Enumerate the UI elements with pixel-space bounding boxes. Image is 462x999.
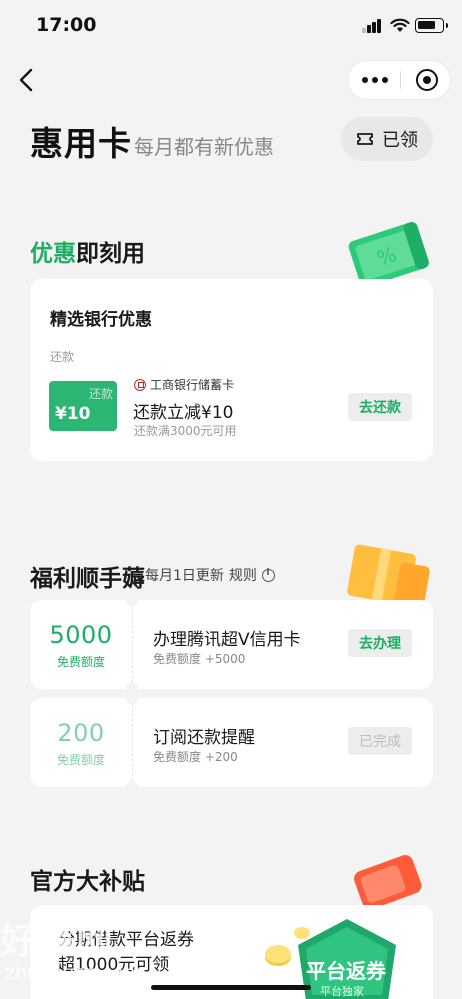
status-time: 17:00 xyxy=(36,14,97,36)
more-icon[interactable] xyxy=(362,74,388,86)
task-value: 200 xyxy=(57,719,105,747)
wifi-icon xyxy=(390,18,410,32)
page-title: 惠用卡 xyxy=(30,124,132,163)
apply-card-button[interactable]: 去办理 xyxy=(348,629,412,657)
task-title: 办理腾讯超V信用卡 xyxy=(153,630,301,650)
close-mini-program-icon[interactable] xyxy=(416,69,438,91)
task-divider xyxy=(132,606,133,683)
bank-name: 工商银行储蓄卡 xyxy=(150,378,235,392)
mini-program-capsule xyxy=(347,60,451,100)
section-title-instant: 优惠即刻用 xyxy=(30,234,145,268)
red-coupon-illustration xyxy=(354,855,422,910)
capsule-divider xyxy=(400,71,401,89)
badge-title: 平台返券 xyxy=(306,959,386,983)
offer-title: 还款立减¥10 xyxy=(133,403,234,423)
task-value-label: 免费额度 xyxy=(56,655,105,669)
claimed-label: 已领 xyxy=(382,130,418,151)
page-subtitle: 每月都有新优惠 xyxy=(134,135,274,159)
task-value: 5000 xyxy=(49,621,113,649)
repay-button[interactable]: 去还款 xyxy=(348,393,412,421)
section-title-welfare: 福利顺手薅 xyxy=(30,566,145,592)
task-title: 订阅还款提醒 xyxy=(153,728,255,748)
task-divider xyxy=(132,704,133,781)
claimed-button[interactable]: 已领 xyxy=(341,117,433,161)
task-value-label: 免费额度 xyxy=(56,753,105,767)
badge-subtitle: 平台独家 xyxy=(320,985,364,998)
task-card: 5000 免费额度 办理腾讯超V信用卡 免费额度 +5000 去办理 xyxy=(30,600,433,689)
icbc-logo-icon xyxy=(134,378,146,391)
card-notch xyxy=(126,781,138,787)
task-card: 200 免费额度 订阅还款提醒 免费额度 +200 已完成 xyxy=(30,698,433,787)
battery-icon xyxy=(415,18,448,33)
task-reward-block: 5000 免费额度 xyxy=(30,600,132,689)
update-note: 每月1日更新 xyxy=(145,568,224,584)
card-notch xyxy=(126,683,138,689)
task-reward: 免费额度 +200 xyxy=(153,750,238,764)
coupon-tag: 还款 xyxy=(88,387,113,401)
welfare-meta: 每月1日更新 规则 xyxy=(145,565,275,585)
bank-offers-card: 精选银行优惠 还款 还款 ¥10 工商银行储蓄卡 还款立减¥10 还款满3000… xyxy=(30,279,433,461)
bank-row: 工商银行储蓄卡 xyxy=(134,376,234,393)
ticket-icon xyxy=(357,133,373,145)
task-reward: 免费额度 +5000 xyxy=(153,652,246,666)
category-label: 还款 xyxy=(50,350,75,364)
home-indicator xyxy=(151,985,311,990)
coupon-tile: 还款 ¥10 xyxy=(49,381,117,431)
task-reward-block: 200 免费额度 xyxy=(30,698,132,787)
offer-condition: 还款满3000元可用 xyxy=(134,424,237,438)
watermark-url: zhuanyes.com xyxy=(5,962,143,984)
signal-icon xyxy=(362,19,382,33)
completed-button: 已完成 xyxy=(348,727,412,755)
back-arrow-icon[interactable] xyxy=(16,66,40,94)
coupon-amount: ¥10 xyxy=(55,404,91,424)
section-title-accent: 优惠 xyxy=(30,241,76,267)
bank-offers-title: 精选银行优惠 xyxy=(50,310,152,330)
section-title-rest: 即刻用 xyxy=(76,241,145,267)
watermark-text: 好赚网 xyxy=(0,921,115,962)
rules-link[interactable]: 规则 xyxy=(229,565,257,585)
info-icon[interactable] xyxy=(261,568,275,582)
green-coupon-illustration: % xyxy=(348,222,429,284)
section-title-subsidy: 官方大补贴 xyxy=(30,869,145,895)
